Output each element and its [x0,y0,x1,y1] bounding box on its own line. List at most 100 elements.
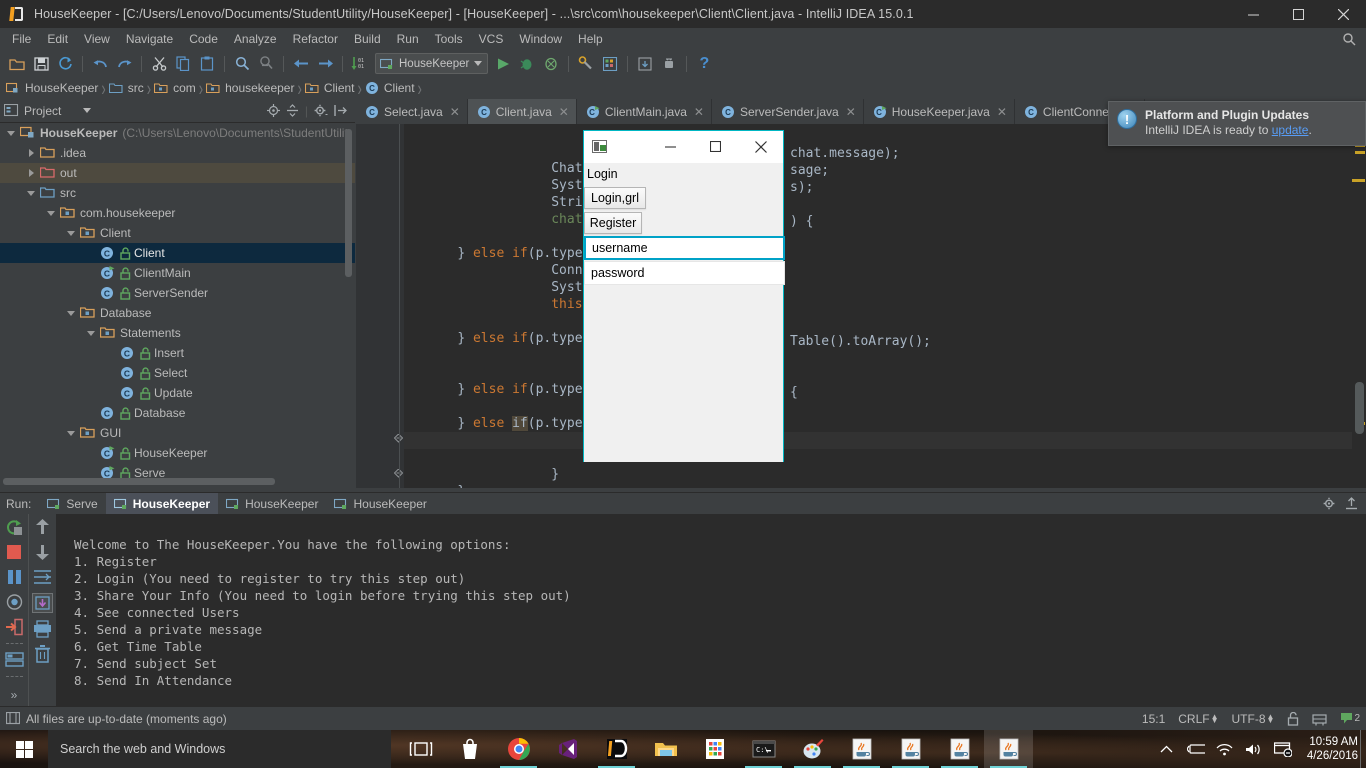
search-input[interactable]: Search the web and Windows [48,730,391,768]
menu-window[interactable]: Window [511,30,570,48]
arrow-up-icon[interactable] [33,518,52,536]
locate-icon[interactable] [266,104,280,117]
soft-wrap-icon[interactable] [33,568,52,586]
event-log-badge[interactable]: 2 [1340,712,1360,725]
breadcrumb-item-housekeeper[interactable]: HouseKeeper [6,81,98,95]
tree-node-database[interactable]: C Database [0,403,355,423]
paint-icon[interactable] [788,730,837,768]
find-icon[interactable] [230,53,254,75]
dialog-minimize-icon[interactable] [648,131,693,163]
sdk-manager-icon[interactable] [633,53,657,75]
battery-icon[interactable] [1186,740,1205,758]
run-tab-serve[interactable]: Serve [39,493,105,515]
login-button[interactable]: Login,grl [584,187,646,209]
hide-panel-icon[interactable] [334,104,347,117]
close-icon[interactable] [1321,0,1366,28]
menu-code[interactable]: Code [181,30,226,48]
close-icon[interactable]: ✕ [694,105,704,119]
open-project-icon[interactable] [5,53,29,75]
help-icon[interactable]: ? [692,53,716,75]
breadcrumb-item-housekeeper-pkg[interactable]: housekeeper [206,81,294,95]
chrome-icon[interactable] [494,730,543,768]
editor-gutter[interactable] [356,124,404,488]
project-tree-hscrollbar[interactable] [3,478,275,485]
menu-analyze[interactable]: Analyze [226,30,285,48]
undo-icon[interactable] [88,53,112,75]
menu-help[interactable]: Help [570,30,611,48]
editor-tab-client[interactable]: C Client.java ✕ [467,99,577,124]
java-app-icon[interactable] [837,730,886,768]
file-encoding[interactable]: UTF-8 ▲ ▼ [1232,712,1275,726]
password-input[interactable]: password [584,261,785,285]
breadcrumb-item-com[interactable]: com [154,81,196,95]
task-view-icon[interactable] [396,730,445,768]
java-app-icon[interactable] [935,730,984,768]
gear-icon[interactable] [314,104,328,117]
dialog-maximize-icon[interactable] [693,131,738,163]
project-tree[interactable]: HouseKeeper (C:\Users\Lenovo\Documents\St… [0,123,355,488]
trash-icon[interactable] [33,645,52,663]
menu-refactor[interactable]: Refactor [285,30,346,48]
notification-popup[interactable]: ! Platform and Plugin Updates IntelliJ I… [1108,101,1366,146]
avd-manager-icon[interactable] [657,53,681,75]
login-dialog[interactable]: Login Login,grl Register username passwo… [583,130,785,462]
collapse-all-icon[interactable] [286,104,299,117]
console-output[interactable]: Welcome to The HouseKeeper.You have the … [56,514,1366,706]
show-hidden-icons-icon[interactable] [1158,740,1176,758]
action-center-icon[interactable] [1273,740,1292,758]
stop-icon[interactable] [5,543,24,561]
copy-icon[interactable] [171,53,195,75]
command-prompt-icon[interactable]: C:\ [739,730,788,768]
close-icon[interactable]: ✕ [450,105,460,119]
update-project-icon[interactable]: 01 01 [348,53,372,75]
start-button[interactable] [0,730,48,768]
breadcrumb-item-src[interactable]: src [108,81,144,95]
tree-node-serversender[interactable]: C ServerSender [0,283,355,303]
pause-icon[interactable] [5,568,24,586]
search-everywhere-icon[interactable] [1343,32,1356,46]
menu-vcs[interactable]: VCS [471,30,512,48]
tree-node-src[interactable]: src [0,183,355,203]
volume-icon[interactable] [1245,740,1263,758]
tree-node-out[interactable]: out [0,163,355,183]
wifi-icon[interactable] [1216,740,1234,758]
update-link[interactable]: update [1272,123,1309,137]
menu-file[interactable]: File [4,30,39,48]
tree-node-client[interactable]: Client [0,223,355,243]
tree-node-client[interactable]: C Client [0,243,355,263]
editor-marker-bar[interactable] [1352,124,1366,488]
visual-studio-icon[interactable] [543,730,592,768]
editor-tab-serversender[interactable]: C ServerSender.java ✕ [712,99,864,124]
clock[interactable]: 10:59 AM 4/26/2016 [1303,735,1358,763]
tree-node-select[interactable]: C Select [0,363,355,383]
run-tab-housekeeper-3[interactable]: HouseKeeper [326,493,434,515]
caret-position[interactable]: 15:1 [1142,712,1165,726]
tree-node-housekeeper[interactable]: C HouseKeeper [0,443,355,463]
editor-code-text[interactable]: ChatPacket cha System.out.pri String s =… [404,124,1352,488]
minimize-icon[interactable] [1231,0,1276,28]
print-icon[interactable] [33,620,52,638]
close-icon[interactable]: ✕ [997,105,1007,119]
editor-tab-housekeeper[interactable]: C HouseKeeper.java ✕ [864,99,1015,124]
run-icon[interactable] [491,53,515,75]
close-icon[interactable]: ✕ [559,105,569,119]
windows-app-icon[interactable] [690,730,739,768]
menu-build[interactable]: Build [346,30,389,48]
tree-node-clientmain[interactable]: C ClientMain [0,263,355,283]
redo-icon[interactable] [112,53,136,75]
tree-node-housekeeper[interactable]: HouseKeeper (C:\Users\Lenovo\Documents\St… [0,123,355,143]
code-editor[interactable]: ChatPacket cha System.out.pri String s =… [356,124,1366,488]
chevron-down-icon[interactable] [86,328,97,339]
rerun-icon[interactable] [5,518,24,536]
chevron-down-icon[interactable] [6,128,17,139]
file-explorer-icon[interactable] [641,730,690,768]
run-tab-housekeeper-1[interactable]: HouseKeeper [105,492,219,515]
menu-navigate[interactable]: Navigate [118,30,181,48]
debug-icon[interactable] [515,53,539,75]
expand-actions-button[interactable]: » [11,688,18,706]
tree-node-insert[interactable]: C Insert [0,343,355,363]
dialog-close-icon[interactable] [738,131,783,163]
tree-node-update[interactable]: C Update [0,383,355,403]
chevron-down-icon[interactable] [66,308,77,319]
tree-node-com-housekeeper[interactable]: com.housekeeper [0,203,355,223]
